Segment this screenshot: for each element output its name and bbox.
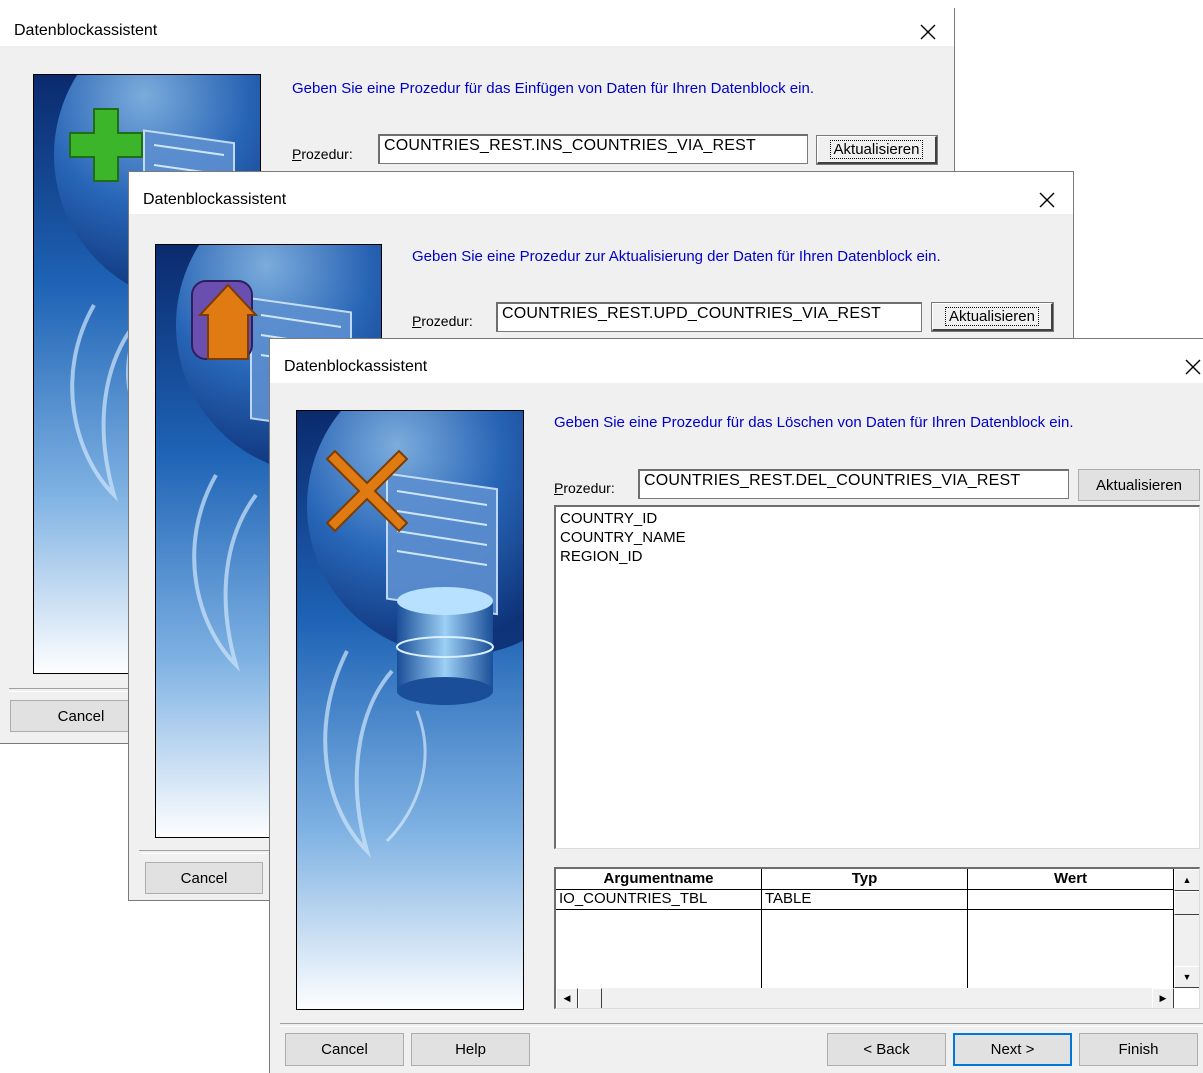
- dialog-title: Datenblockassistent: [143, 191, 287, 208]
- column-header-typ[interactable]: Typ: [762, 869, 968, 890]
- dialog-title: Datenblockassistent: [284, 358, 428, 375]
- refresh-button-label: Aktualisieren: [829, 140, 924, 159]
- wizard-dialog-delete: Datenblockassistent Geben Sie eine Proze…: [269, 338, 1203, 1073]
- button-separator: [280, 1023, 1203, 1027]
- orange-update-arrow-icon: [191, 280, 259, 360]
- row-divider: [556, 909, 1174, 910]
- table-cell-wert[interactable]: [968, 890, 1174, 988]
- procedure-input[interactable]: COUNTRIES_REST.UPD_COUNTRIES_VIA_REST: [496, 302, 922, 332]
- column-header-argumentname[interactable]: Argumentname: [556, 869, 762, 890]
- scroll-right-arrow-icon[interactable]: ▶: [1152, 988, 1174, 1008]
- dialog-title: Datenblockassistent: [14, 22, 158, 39]
- procedure-label-text: rozedur:: [301, 146, 353, 162]
- procedure-label: Prozedur:: [554, 480, 615, 496]
- orange-x-icon: [325, 449, 409, 533]
- scroll-thumb[interactable]: [1174, 891, 1199, 915]
- help-button[interactable]: Help: [411, 1033, 530, 1066]
- cancel-button[interactable]: Cancel: [285, 1033, 404, 1066]
- list-item[interactable]: REGION_ID: [560, 547, 1195, 566]
- procedure-input[interactable]: COUNTRIES_REST.INS_COUNTRIES_VIA_REST: [378, 134, 808, 164]
- procedure-input[interactable]: COUNTRIES_REST.DEL_COUNTRIES_VIA_REST: [638, 469, 1069, 499]
- scroll-thumb[interactable]: [578, 988, 602, 1008]
- refresh-button-label: Aktualisieren: [1096, 476, 1182, 494]
- columns-listbox[interactable]: COUNTRY_ID COUNTRY_NAME REGION_ID: [554, 505, 1200, 849]
- horizontal-scrollbar[interactable]: ◀ ▶: [556, 988, 1174, 1008]
- titlebar: Datenblockassistent: [270, 339, 1203, 383]
- close-icon[interactable]: [1181, 355, 1203, 379]
- next-button[interactable]: Next >: [953, 1033, 1072, 1066]
- procedure-label: Prozedur:: [412, 313, 473, 329]
- close-icon[interactable]: [1035, 188, 1059, 212]
- arguments-table: Argumentname Typ Wert IO_COUNTRIES_TBL T…: [554, 867, 1200, 1009]
- finish-button[interactable]: Finish: [1079, 1033, 1198, 1066]
- close-icon[interactable]: [916, 20, 940, 44]
- refresh-button-label: Aktualisieren: [945, 307, 1039, 326]
- scroll-down-arrow-icon[interactable]: ▼: [1174, 966, 1199, 988]
- instruction-text: Geben Sie eine Prozedur für das Löschen …: [554, 414, 1074, 431]
- refresh-button[interactable]: Aktualisieren: [816, 135, 938, 165]
- back-button[interactable]: < Back: [827, 1033, 946, 1066]
- vertical-scrollbar[interactable]: ▲ ▼: [1174, 869, 1199, 988]
- list-item[interactable]: COUNTRY_ID: [560, 509, 1195, 528]
- procedure-label-text: rozedur:: [421, 313, 473, 329]
- instruction-text: Geben Sie eine Prozedur für das Einfügen…: [292, 80, 814, 97]
- scroll-up-arrow-icon[interactable]: ▲: [1174, 869, 1199, 891]
- refresh-button[interactable]: Aktualisieren: [931, 302, 1054, 332]
- table-cell-typ[interactable]: TABLE: [762, 890, 968, 988]
- cancel-button[interactable]: Cancel: [145, 862, 263, 894]
- refresh-button[interactable]: Aktualisieren: [1078, 469, 1200, 501]
- procedure-label-text: rozedur:: [563, 480, 615, 496]
- instruction-text: Geben Sie eine Prozedur zur Aktualisieru…: [412, 248, 941, 265]
- scroll-left-arrow-icon[interactable]: ◀: [556, 988, 578, 1008]
- wizard-image-panel: [296, 410, 524, 1010]
- titlebar: Datenblockassistent: [129, 172, 1073, 214]
- table-cell-argumentname[interactable]: IO_COUNTRIES_TBL: [556, 890, 762, 988]
- procedure-label: Prozedur:: [292, 146, 353, 162]
- titlebar: Datenblockassistent: [0, 8, 954, 46]
- list-item[interactable]: COUNTRY_NAME: [560, 528, 1195, 547]
- column-header-wert[interactable]: Wert: [968, 869, 1174, 890]
